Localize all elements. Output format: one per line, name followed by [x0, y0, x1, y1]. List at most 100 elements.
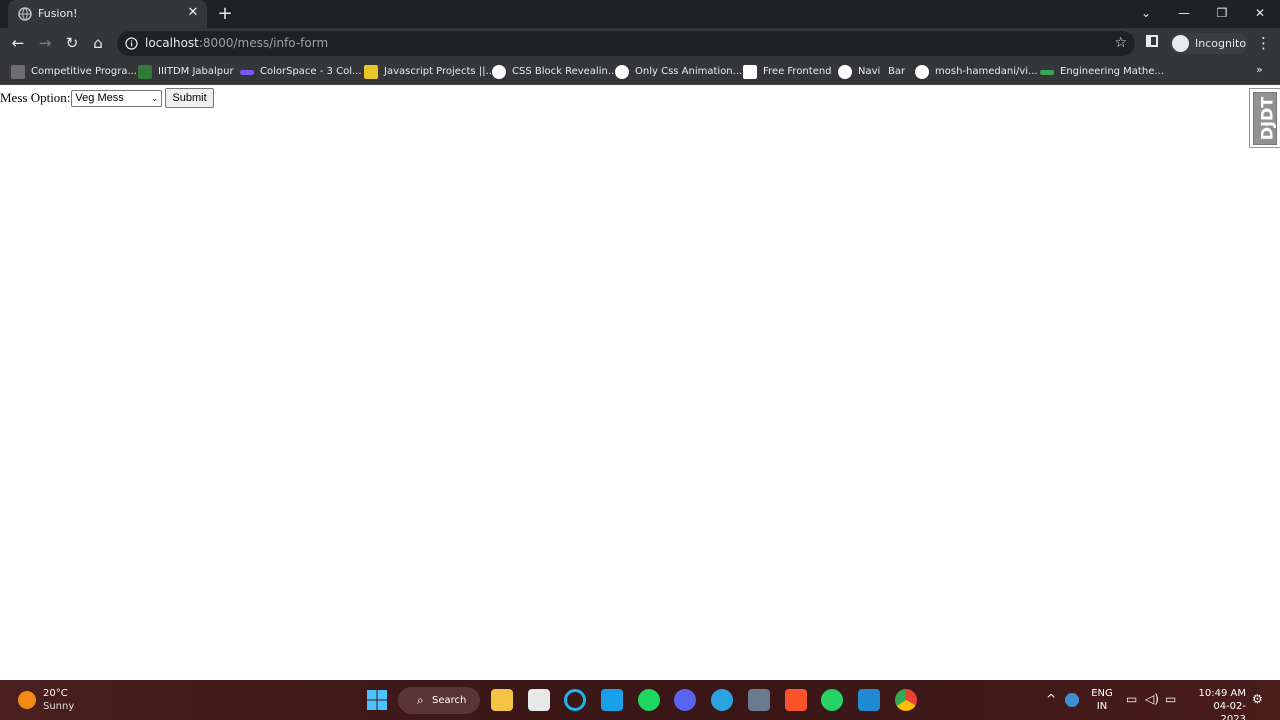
- tab-strip: Fusion! ✕ + ⌄ — ❐ ✕: [0, 0, 1280, 28]
- tab-title: Fusion!: [38, 7, 78, 20]
- incognito-label: Incognito: [1195, 37, 1247, 50]
- djdt-label: DJDT: [1257, 96, 1277, 141]
- bookmark-5-icon: [615, 65, 629, 79]
- url-text: localhost:8000/mess/info-form: [145, 36, 328, 50]
- globe-icon: [18, 7, 32, 21]
- side-panel-icon[interactable]: [1146, 35, 1158, 47]
- bookmark-label: Only Css Animation...: [635, 66, 743, 77]
- bookmark-item[interactable]: Competitive Progra...: [11, 64, 137, 80]
- weather-condition: Sunny: [43, 701, 75, 712]
- active-tab[interactable]: Fusion! ✕: [8, 0, 207, 28]
- bookmarks-overflow-icon[interactable]: »: [1256, 63, 1263, 76]
- forward-icon[interactable]: →: [35, 33, 55, 53]
- sun-icon: [18, 691, 36, 709]
- taskbar-search-label: Search: [432, 695, 467, 706]
- url-path: :8000/mess/info-form: [198, 36, 329, 50]
- bookmark-label: Javascript Projects ||...: [384, 66, 496, 77]
- weather-widget[interactable]: 20°C Sunny: [18, 688, 138, 714]
- vscode-icon[interactable]: [858, 689, 880, 711]
- store-icon[interactable]: [528, 689, 550, 711]
- bookmark-item[interactable]: Only Css Animation...: [615, 64, 742, 80]
- brave-icon[interactable]: [785, 689, 807, 711]
- tray-app-icon[interactable]: [1065, 693, 1079, 707]
- browser-toolbar: ← → ↻ ⌂ localhost:8000/mess/info-form ☆ …: [0, 28, 1280, 59]
- bookmark-item[interactable]: Free Frontend: [743, 64, 832, 80]
- bookmark-0-icon: [11, 65, 25, 79]
- bookmark-item[interactable]: Javascript Projects ||...: [364, 64, 495, 80]
- volume-icon[interactable]: ◁): [1145, 692, 1159, 706]
- github-icon: [915, 65, 929, 79]
- notifications-icon[interactable]: ⚙: [1252, 692, 1263, 706]
- bookmark-item[interactable]: CSS Block Revealin...: [492, 64, 617, 80]
- windows-start-icon[interactable]: [366, 689, 388, 711]
- incognito-icon: [1172, 35, 1189, 52]
- language-line-1: ENG: [1091, 688, 1113, 699]
- bookmark-label: CSS Block Revealin...: [512, 66, 618, 77]
- bookmark-label: Free Frontend: [763, 66, 832, 77]
- bookmark-label: Competitive Progra...: [31, 66, 137, 77]
- windows-taskbar: 20°C Sunny ⌕ Search ^ ENG IN ▭ ◁) ▭ 10:4…: [0, 680, 1280, 720]
- language-line-2: IN: [1096, 701, 1108, 712]
- restore-icon[interactable]: ❐: [1203, 0, 1241, 28]
- clock-time: 10:49 AM: [1198, 688, 1246, 699]
- discord-icon[interactable]: [674, 689, 696, 711]
- mess-option-value: Veg Mess: [75, 91, 124, 104]
- taskbar-search[interactable]: ⌕ Search: [398, 687, 480, 714]
- url-host: localhost: [145, 36, 199, 50]
- bookmark-item[interactable]: Engineering Mathe...: [1040, 64, 1164, 80]
- bookmark-item[interactable]: mosh-hamedani/vi...: [915, 64, 1038, 80]
- mess-info-form: Mess Option: Veg Mess ⌄ Submit: [0, 88, 214, 108]
- bookmark-7-icon: [838, 65, 852, 79]
- chevron-up-icon[interactable]: ^: [1046, 692, 1056, 706]
- bookmark-3-icon: [364, 65, 378, 79]
- mess-option-label: Mess Option:: [0, 90, 71, 105]
- address-bar[interactable]: localhost:8000/mess/info-form ☆: [117, 31, 1135, 56]
- bookmark-item[interactable]: Bar: [888, 64, 905, 80]
- info-icon[interactable]: [125, 37, 138, 50]
- bookmark-item[interactable]: IIITDM Jabalpur: [138, 64, 234, 80]
- system-clock[interactable]: 10:49 AM 04-02-2023: [1190, 687, 1246, 720]
- spotify-icon[interactable]: [638, 689, 660, 711]
- home-icon[interactable]: ⌂: [88, 33, 108, 53]
- djdt-badge: DJDT: [1253, 92, 1277, 145]
- bookmark-10-icon: [1040, 69, 1054, 75]
- bookmark-star-icon[interactable]: ☆: [1114, 35, 1127, 51]
- bookmark-2-icon: [240, 69, 254, 75]
- l-app-icon[interactable]: [601, 689, 623, 711]
- bookmark-item[interactable]: ColorSpace - 3 Col...: [240, 64, 362, 80]
- search-icon: ⌕: [417, 693, 424, 707]
- bookmark-label: Engineering Mathe...: [1060, 66, 1164, 77]
- bookmark-6-icon: [743, 65, 757, 79]
- network-icon[interactable]: ▭: [1126, 692, 1137, 706]
- battery-icon[interactable]: ▭: [1165, 692, 1176, 706]
- bookmark-item[interactable]: Navi: [838, 64, 880, 80]
- tab-close-icon[interactable]: ✕: [186, 6, 200, 20]
- reload-icon[interactable]: ↻: [62, 33, 82, 53]
- new-tab-icon[interactable]: +: [216, 5, 234, 23]
- bookmark-label: mosh-hamedani/vi...: [935, 66, 1038, 77]
- back-icon[interactable]: ←: [8, 33, 28, 53]
- page-content: Mess Option: Veg Mess ⌄ Submit DJDT: [0, 86, 1280, 680]
- mess-option-select[interactable]: Veg Mess ⌄: [71, 89, 163, 107]
- submit-button[interactable]: Submit: [165, 88, 214, 108]
- incognito-badge[interactable]: Incognito: [1170, 33, 1248, 54]
- bookmark-label: ColorSpace - 3 Col...: [260, 66, 362, 77]
- calculator-icon[interactable]: [748, 689, 770, 711]
- chevron-down-icon: ⌄: [150, 92, 159, 103]
- telegram-icon[interactable]: [711, 689, 733, 711]
- cortana-icon[interactable]: [564, 689, 586, 711]
- language-indicator[interactable]: ENG IN: [1091, 687, 1113, 713]
- django-debug-toolbar-handle[interactable]: DJDT: [1249, 88, 1280, 148]
- whatsapp-icon[interactable]: [821, 689, 843, 711]
- bookmarks-bar: Competitive Progra... IIITDM Jabalpur Co…: [0, 59, 1280, 85]
- bookmark-1-icon: [138, 65, 152, 79]
- clock-date: 04-02-2023: [1213, 701, 1246, 720]
- tab-search-icon[interactable]: ⌄: [1127, 0, 1165, 28]
- close-window-icon[interactable]: ✕: [1241, 0, 1279, 28]
- bookmark-label: IIITDM Jabalpur: [158, 66, 234, 77]
- minimize-icon[interactable]: —: [1165, 0, 1203, 28]
- file-explorer-icon[interactable]: [491, 689, 513, 711]
- bookmark-label: Bar: [888, 66, 906, 77]
- kebab-menu-icon[interactable]: ⋮: [1256, 33, 1271, 53]
- chrome-icon[interactable]: [895, 689, 917, 711]
